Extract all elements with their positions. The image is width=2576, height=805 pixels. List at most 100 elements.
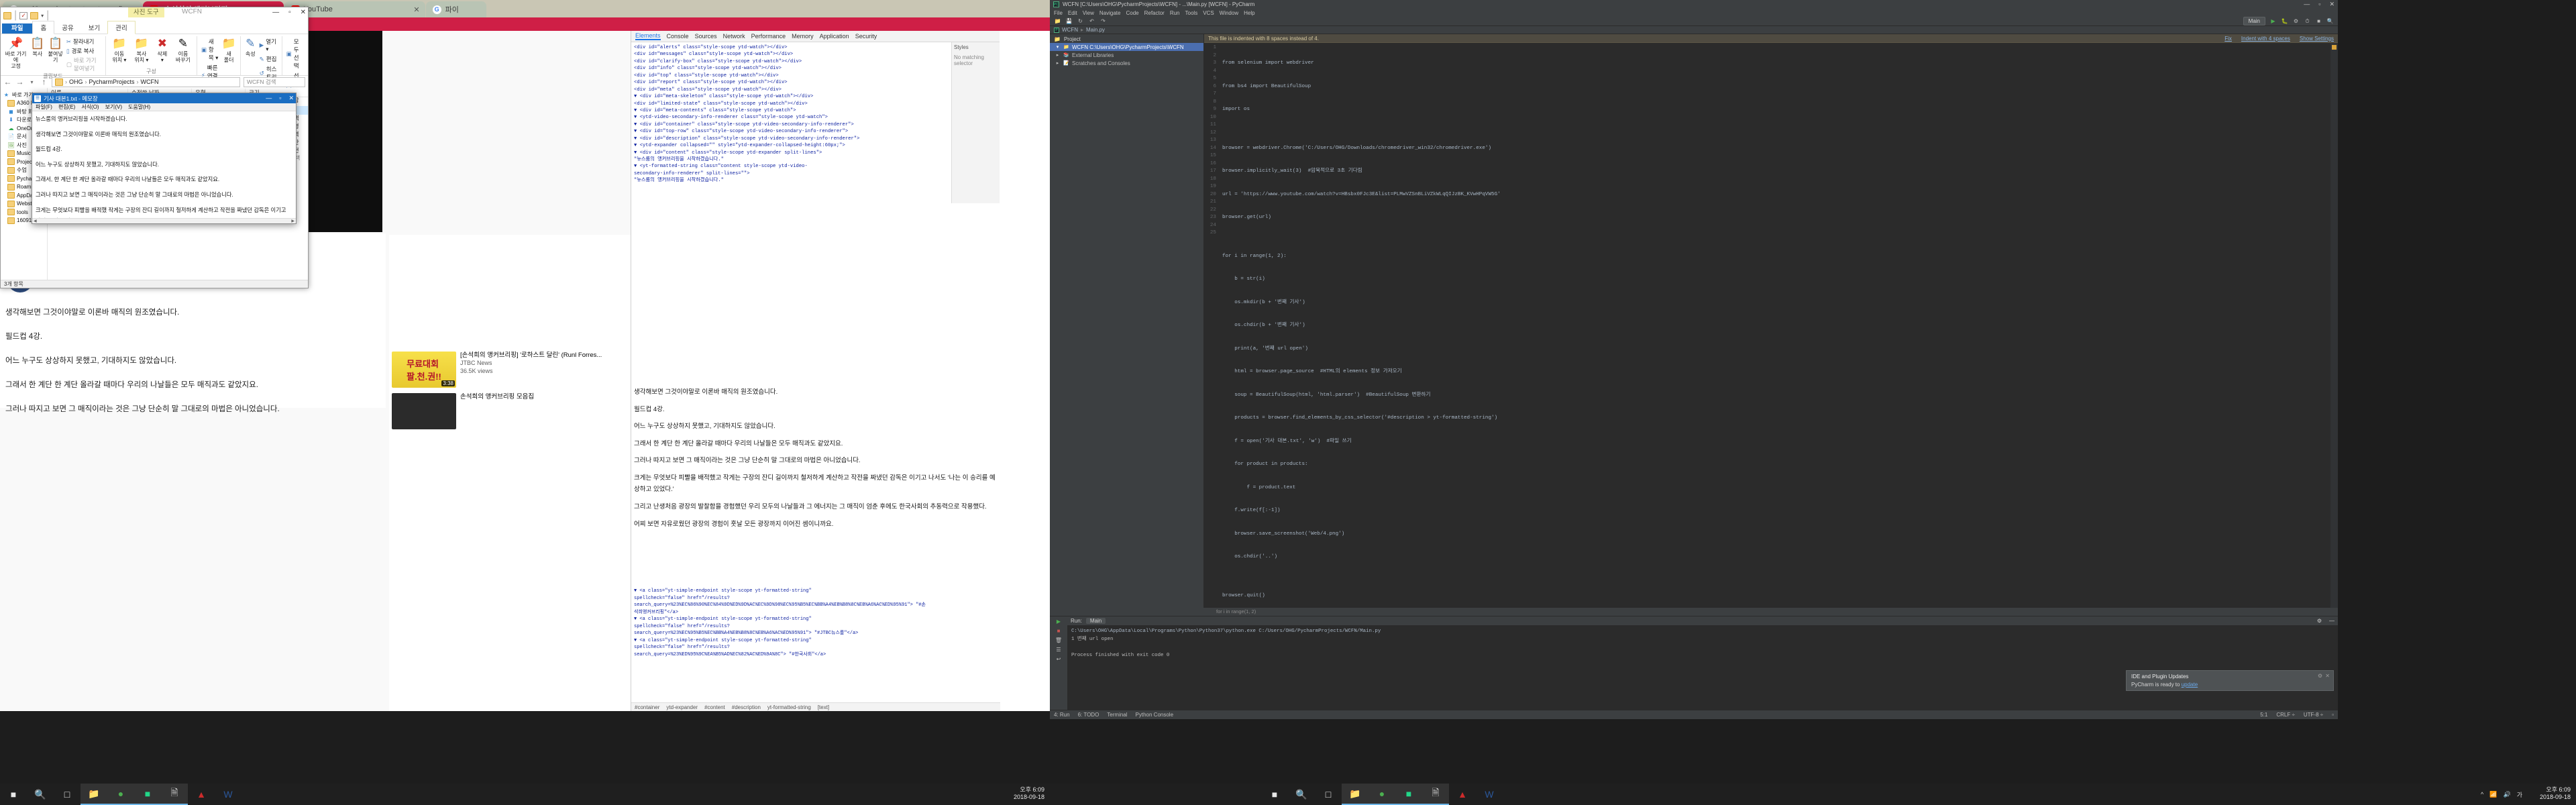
breadcrumb-item[interactable]: PycharmProjects — [89, 78, 135, 85]
delete-button[interactable]: ✖ 삭제 ▾ — [154, 36, 170, 64]
line-separator[interactable]: CRLF ÷ — [2276, 712, 2295, 718]
close-icon[interactable]: ✕ — [413, 5, 419, 14]
quick-access-toolbar[interactable]: | ✓ ▾ | — [3, 9, 49, 21]
sync-icon[interactable]: ↻ — [1077, 17, 1084, 25]
search-icon[interactable]: 🔍 — [27, 784, 54, 805]
menu-view[interactable]: View — [1083, 10, 1094, 16]
explorer-taskbar-icon[interactable]: 📁 — [1342, 784, 1368, 805]
breadcrumb-item[interactable]: #container — [635, 704, 659, 710]
tab-memory[interactable]: Memory — [792, 33, 814, 40]
notification-toast[interactable]: ⚙ ✕ IDE and Plugin Updates PyCharm is re… — [2126, 670, 2334, 691]
console-output[interactable]: C:\Users\OHG\AppData\Local\Programs\Pyth… — [1067, 625, 2338, 710]
tab-elements[interactable]: Elements — [635, 32, 661, 40]
folder-icon[interactable] — [3, 11, 11, 19]
breadcrumb-item[interactable]: [text] — [818, 704, 829, 710]
fix-link[interactable]: Fix — [2224, 36, 2232, 42]
word-taskbar-icon[interactable]: W — [215, 784, 241, 805]
breadcrumb-project[interactable]: WCFN — [1062, 27, 1078, 33]
stop-icon[interactable]: ■ — [1057, 628, 1061, 634]
video-thumbnail[interactable]: 무료대회 팔.천.권!! 3:38 — [392, 352, 456, 388]
notepad-taskbar-icon[interactable]: 🗎 — [1422, 784, 1449, 805]
source-code[interactable]: from selenium import webdriver from bs4 … — [1219, 43, 2338, 608]
select-all-button[interactable]: ▣ 모두 선택 — [286, 38, 304, 70]
breadcrumb-item[interactable]: yt-formatted-string — [767, 704, 811, 710]
cut-button[interactable]: ✂ 잘라내기 — [66, 38, 101, 46]
start-button[interactable]: ■ — [0, 784, 27, 805]
gear-icon[interactable]: ⚙ — [2318, 673, 2322, 679]
menu-edit[interactable]: Edit — [1068, 10, 1077, 16]
close-button[interactable]: ✕ — [288, 95, 294, 102]
debug-icon[interactable]: 🐛 — [2281, 17, 2288, 25]
minimize-button[interactable]: — — [266, 95, 272, 102]
breadcrumb-item[interactable]: ytd-expander — [666, 704, 698, 710]
trash-icon[interactable]: 🗑 — [1055, 637, 1062, 643]
breadcrumb-item[interactable]: OHG — [69, 78, 83, 85]
undo-icon[interactable]: ↶ — [1088, 17, 1095, 25]
copy-to-button[interactable]: 📁 복사 위치 ▾ — [132, 36, 151, 64]
breadcrumb[interactable]: › OHG › PycharmProjects › WCFN — [52, 76, 240, 87]
rename-button[interactable]: ✎ 이름 바꾸기 — [174, 36, 193, 64]
open-icon[interactable]: 📁 — [1054, 17, 1061, 25]
autocad-taskbar-icon[interactable]: ▲ — [188, 784, 215, 805]
menu-help[interactable]: Help — [1244, 10, 1254, 16]
pycharm-taskbar-icon[interactable]: ■ — [1395, 784, 1422, 805]
search-icon[interactable]: 🔍 — [2326, 17, 2334, 25]
dom-tree-lower[interactable]: ▼ <a class="yt-simple-endpoint style-sco… — [634, 588, 996, 658]
show-hidden-icons[interactable]: ^ — [2481, 791, 2483, 798]
copy-path-button[interactable]: ▯ 경로 복사 — [66, 47, 101, 55]
chrome-taskbar-icon[interactable]: ● — [1368, 784, 1395, 805]
coverage-icon[interactable]: ⚙ — [2292, 17, 2300, 25]
chevron-right-icon[interactable]: ▸ — [1055, 52, 1061, 58]
close-button[interactable]: ✕ — [301, 9, 306, 16]
autocad-taskbar-icon[interactable]: ▲ — [1449, 784, 1476, 805]
chevron-right-icon[interactable]: ▸ — [1055, 60, 1061, 66]
menu-file[interactable]: File — [1054, 10, 1063, 16]
move-to-button[interactable]: 📁 이동 위치 ▾ — [110, 36, 129, 64]
pycharm-taskbar-icon[interactable]: ■ — [134, 784, 161, 805]
volume-icon[interactable]: 🔊 — [2504, 791, 2511, 798]
clock[interactable]: 오후 6:09 2018-09-18 — [2540, 786, 2571, 801]
forward-button[interactable]: → — [15, 77, 24, 87]
maximize-button[interactable]: ▫ — [288, 9, 291, 16]
tool-run[interactable]: 4: Run — [1054, 712, 1070, 718]
run-icon[interactable]: ▶ — [2269, 17, 2277, 25]
browser-tab-3[interactable]: G 파이 — [425, 1, 486, 17]
tab-sources[interactable]: Sources — [695, 33, 717, 40]
tool-todo[interactable]: 6: TODO — [1078, 712, 1099, 718]
file-encoding[interactable]: UTF-8 ÷ — [2304, 712, 2323, 718]
scroll-left-arrow[interactable]: ◀ — [34, 219, 37, 223]
breadcrumb-item[interactable]: #content — [704, 704, 725, 710]
new-folder-button[interactable]: 📁 새 폴더 — [222, 36, 236, 64]
profile-icon[interactable]: ⏱ — [2304, 17, 2311, 25]
rerun-icon[interactable]: ▶ — [1057, 619, 1061, 625]
task-view-icon[interactable]: □ — [54, 784, 80, 805]
notepad-textarea[interactable]: 뉴스룸의 앵커브리핑을 시작하겠습니다. 생각해보면 그것이야말로 이론바 매직… — [32, 111, 296, 218]
clock-left-monitor[interactable]: 오후 6:09 2018-09-18 — [1014, 786, 1044, 802]
menu-format[interactable]: 서식(O) — [81, 103, 99, 111]
list-item[interactable]: 손석희의 앵커브리핑 모음집 — [392, 393, 628, 429]
chevron-down-icon[interactable]: ▾ — [41, 13, 44, 19]
menu-help[interactable]: 도움말(H) — [128, 103, 150, 111]
new-item-button[interactable]: ▣ 새 항목 ▾ — [201, 38, 219, 62]
run-tab[interactable]: Main — [1085, 618, 1106, 624]
tool-python-console[interactable]: Python Console — [1136, 712, 1173, 718]
tab-console[interactable]: Console — [667, 33, 689, 40]
video-thumbnail[interactable] — [392, 393, 456, 429]
dom-tree[interactable]: <div id="alerts" class="style-scope ytd-… — [631, 42, 1000, 378]
tool-terminal[interactable]: Terminal — [1107, 712, 1127, 718]
menu-run[interactable]: Run — [1170, 10, 1180, 16]
network-icon[interactable]: 📶 — [2489, 791, 2497, 798]
pin-to-quick-access-button[interactable]: 📌 바로 가기에 고정 — [5, 36, 27, 69]
menu-vcs[interactable]: VCS — [1203, 10, 1214, 16]
paste-button[interactable]: 📋 붙여넣기 — [48, 36, 63, 64]
search-input[interactable]: WCFN 검색 — [244, 76, 305, 87]
wrap-icon[interactable]: ↩ — [1057, 656, 1061, 662]
open-button[interactable]: ▶ 열기 ▾ — [260, 38, 278, 53]
code-editor[interactable]: This file is indented with 8 spaces inst… — [1204, 34, 2338, 608]
menu-view[interactable]: 보기(V) — [105, 103, 122, 111]
horizontal-scrollbar[interactable]: ◀ ▶ — [32, 218, 296, 223]
scroll-right-arrow[interactable]: ▶ — [291, 219, 294, 223]
copy-button[interactable]: 📋 복사 — [30, 36, 44, 58]
warning-marker[interactable] — [2332, 45, 2337, 50]
recent-locations-icon[interactable]: ▾ — [28, 79, 36, 85]
